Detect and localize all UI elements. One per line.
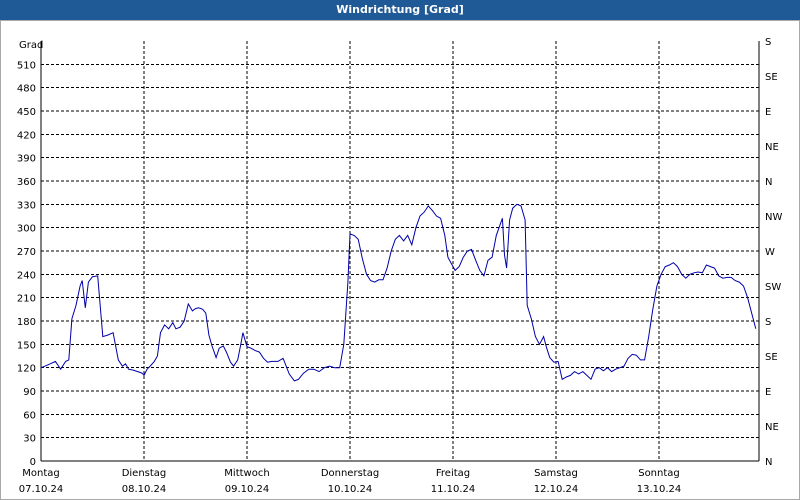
y-tick-label: 270 [17,247,36,258]
compass-tick-label: SE [765,72,778,83]
y-tick-label: 120 [17,364,36,375]
y-tick-label: 150 [17,340,36,351]
y-tick-label: 0 [30,457,36,468]
x-tick-day-label: Dienstag [122,468,167,479]
x-tick-day-label: Donnerstag [321,468,379,479]
compass-tick-label: E [765,387,771,398]
x-tick-date-label: 12.10.24 [534,484,579,495]
y-tick-label: 420 [17,130,36,141]
x-tick-date-label: 08.10.24 [122,484,167,495]
compass-tick-label: N [765,177,772,188]
y-tick-label: 450 [17,107,36,118]
series-line [40,203,757,382]
x-tick-day-label: Montag [22,468,59,479]
y-tick-label: 90 [23,387,36,398]
x-tick-day-label: Sonntag [638,468,680,479]
compass-tick-label: SE [765,352,778,363]
compass-tick-label: S [765,37,771,48]
compass-tick-label: SW [765,282,781,293]
compass-tick-label: W [765,247,775,258]
x-tick-date-label: 09.10.24 [225,484,270,495]
x-tick-date-label: 10.10.24 [328,484,373,495]
x-tick-day-label: Samstag [534,468,578,479]
x-tick-date-label: 11.10.24 [431,484,476,495]
compass-tick-label: NW [765,212,782,223]
y-tick-label: 210 [17,294,36,305]
y-tick-label: 390 [17,154,36,165]
compass-tick-label: E [765,107,771,118]
line-chart: 0 30 60 90 120 150 180 210 240 270 300 330 360 390 420… [17,37,783,495]
x-tick-day-label: Mittwoch [224,468,269,479]
y-tick-label: 30 [23,434,36,445]
y-axis-label: Grad [19,40,43,51]
y-tick-label: 180 [17,317,36,328]
y-tick-label: 330 [17,200,36,211]
y-tick-label: 480 [17,84,36,95]
x-tick-date-label: 13.10.24 [637,484,682,495]
x-tick-date-label: 07.10.24 [19,484,64,495]
x-tick-day-label: Freitag [436,468,470,479]
compass-tick-label: N [765,457,772,468]
compass-tick-label: NE [765,422,779,433]
compass-tick-label: S [765,317,771,328]
y-tick-label: 60 [23,410,36,421]
y-tick-label: 360 [17,177,36,188]
y-tick-label: 240 [17,270,36,281]
y-tick-label: 300 [17,224,36,235]
y-tick-label: 510 [17,60,36,71]
compass-tick-label: NE [765,142,779,153]
